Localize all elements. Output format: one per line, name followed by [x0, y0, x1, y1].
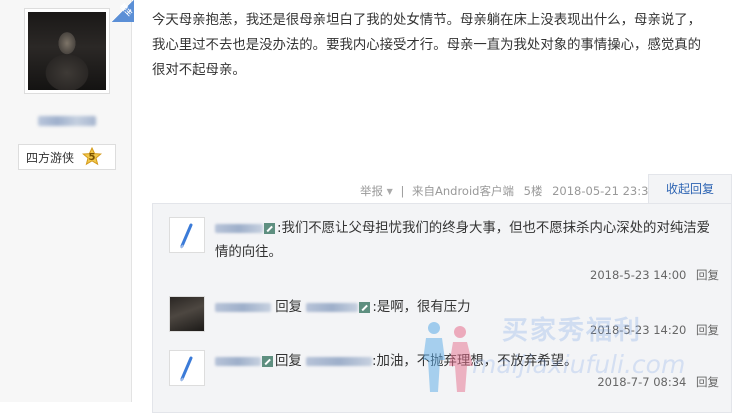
reply-target-username-blurred[interactable]	[306, 302, 359, 312]
reply-button[interactable]: 回复	[696, 268, 719, 282]
op-corner-tag: 楼主	[112, 0, 134, 22]
reply-time: 2018-5-23 14:20	[590, 323, 687, 337]
author-username-blurred[interactable]	[38, 116, 96, 126]
reply-panel: :我们不愿让父母担忧我们的终身大事，但也不愿抹杀内心深处的对纯洁爱情的向往。 2…	[152, 203, 732, 413]
reply-text: :我们不愿让父母担忧我们的终身大事，但也不愿抹杀内心深处的对纯洁爱情的向往。	[215, 221, 711, 260]
rank-level-badge: 5	[82, 147, 103, 167]
caret-down-icon[interactable]: ▼	[387, 187, 393, 196]
reply-text: :加油，不抛弃理想，不放弃希望。	[372, 354, 578, 369]
member-icon	[264, 222, 275, 234]
reply-prefix: 回复	[275, 354, 302, 369]
reply-footer: 2018-5-23 14:00 回复	[590, 267, 719, 283]
rank-level-number: 5	[88, 151, 96, 163]
reply-username-blurred[interactable]	[215, 302, 271, 312]
reply-footer: 2018-7-7 08:34 回复	[597, 374, 719, 390]
default-avatar-icon	[170, 351, 204, 385]
member-icon	[359, 301, 371, 313]
reply-footer: 2018-5-23 14:20 回复	[590, 322, 719, 338]
reply-text: :是啊，很有压力	[372, 300, 471, 315]
post-meta-bar: 举报 ▼ | 来自Android客户端 5楼 2018-05-21 23:34	[360, 183, 656, 198]
reply-button[interactable]: 回复	[696, 323, 719, 337]
member-icon	[262, 355, 273, 367]
author-sidebar: 楼主 四方游侠 5	[0, 0, 134, 402]
reply-prefix: 回复	[275, 300, 303, 315]
reply-target-username-blurred[interactable]	[306, 356, 373, 366]
post-floor: 5楼	[523, 184, 543, 198]
reply-text-block: 回复 :是啊，很有压力	[215, 296, 715, 320]
post-content: 今天母亲抱恙，我还是很母亲坦白了我的处女情节。母亲躺在床上没表现出什么，母亲说了…	[152, 13, 702, 78]
author-avatar-image	[28, 12, 106, 90]
op-tag-text: 楼主	[118, 2, 134, 18]
rank-label: 四方游侠	[26, 150, 75, 165]
author-avatar[interactable]	[24, 8, 110, 94]
reply-time: 2018-7-7 08:34	[597, 375, 687, 389]
reply-text-block: 回复 :加油，不抛弃理想，不放弃希望。	[215, 350, 715, 374]
collapse-replies-button[interactable]: 收起回复	[648, 174, 732, 203]
reply-time: 2018-5-23 14:00	[590, 268, 687, 282]
reply-avatar[interactable]	[169, 296, 205, 332]
reply-avatar[interactable]	[169, 217, 205, 253]
reply-username-blurred[interactable]	[215, 356, 261, 366]
reply-button[interactable]: 回复	[696, 375, 719, 389]
post-source: 来自Android客户端	[412, 184, 514, 198]
reply-avatar[interactable]	[169, 350, 205, 386]
report-link[interactable]: 举报	[360, 184, 383, 198]
reply-text-block: :我们不愿让父母担忧我们的终身大事，但也不愿抹杀内心深处的对纯洁爱情的向往。	[215, 217, 715, 265]
author-rank-box[interactable]: 四方游侠 5	[18, 144, 116, 170]
post-time: 2018-05-21 23:34	[552, 184, 656, 198]
meta-separator: |	[400, 184, 405, 198]
default-avatar-icon	[170, 218, 204, 252]
reply-username-blurred[interactable]	[215, 223, 263, 233]
